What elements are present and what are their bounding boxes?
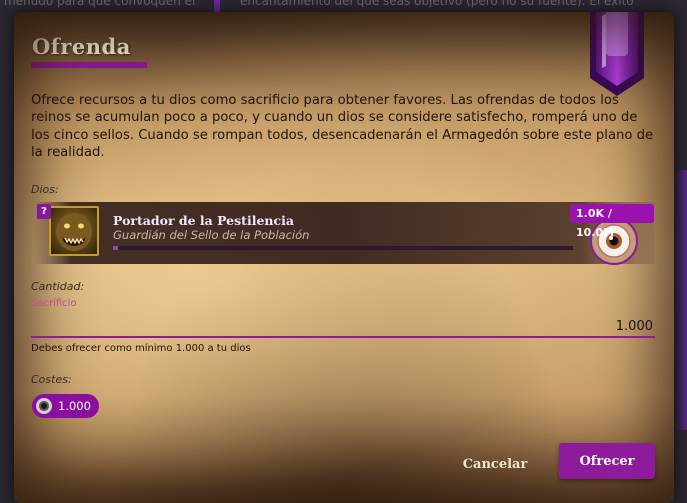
- costs-label: Costes:: [31, 373, 72, 386]
- god-card[interactable]: ? Portador de la Pestilencia Guardián de…: [34, 202, 654, 265]
- cost-pill: 1.000: [32, 394, 99, 418]
- god-progress-fill: [113, 246, 118, 250]
- quantity-help: Debes ofrecer como mínimo 1.000 a tu dio…: [31, 343, 251, 354]
- offer-button[interactable]: Ofrecer: [559, 443, 655, 479]
- quantity-hint: Sacrificio: [31, 298, 77, 309]
- god-name: Portador de la Pestilencia: [113, 213, 294, 228]
- god-label: Dios:: [31, 183, 59, 196]
- title-underline: [31, 62, 147, 68]
- background-text-right: encantamiento del que seas objetivo (per…: [240, 0, 634, 8]
- god-portrait: [49, 206, 99, 256]
- banner-icon: [590, 12, 644, 96]
- god-progress-badge: 1.0K / 10.0M: [570, 204, 654, 239]
- offering-modal: Ofrenda Ofrece recursos a tu dios como s…: [14, 12, 674, 503]
- quantity-label: Cantidad:: [31, 280, 85, 293]
- cancel-button[interactable]: Cancelar: [455, 452, 535, 476]
- cost-value: 1.000: [58, 399, 91, 413]
- god-subtitle: Guardián del Sello de la Población: [113, 228, 310, 242]
- eye-icon: [36, 398, 52, 414]
- background-edge: [675, 170, 687, 430]
- modal-title: Ofrenda: [32, 34, 131, 59]
- help-badge[interactable]: ?: [37, 204, 51, 219]
- description-text: Ofrece recursos a tu dios como sacrifici…: [31, 93, 654, 160]
- quantity-input[interactable]: [31, 316, 655, 338]
- background-text-left: menudo para que convoquen el: [4, 0, 196, 8]
- god-progress-bar: [113, 246, 573, 250]
- monster-icon: [56, 213, 92, 251]
